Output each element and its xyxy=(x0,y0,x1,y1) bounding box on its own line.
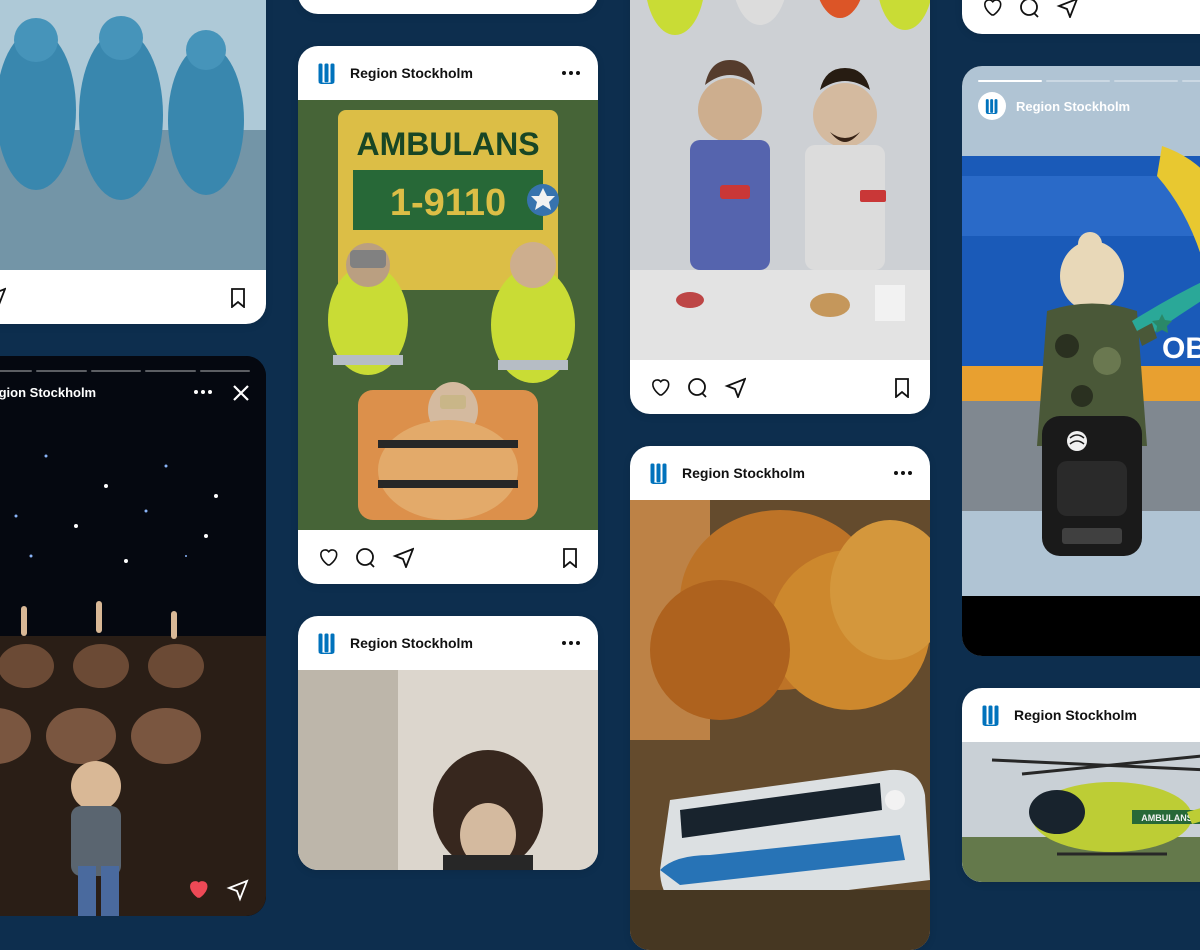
post-image-surgery xyxy=(0,0,266,270)
share-icon[interactable] xyxy=(392,546,414,568)
share-icon[interactable] xyxy=(226,878,250,902)
bookmark-icon[interactable] xyxy=(890,376,912,398)
post-ambulance: Region Stockholm AMBULANS 1-9110 xyxy=(298,46,598,584)
heart-icon[interactable] xyxy=(648,376,670,398)
svg-text:OBANAN: OBANAN xyxy=(1162,332,1200,365)
comment-icon[interactable] xyxy=(1018,0,1040,18)
story-author: Region Stockholm xyxy=(1016,99,1200,114)
post-author: Region Stockholm xyxy=(682,465,882,481)
svg-text:AMBULANS: AMBULANS xyxy=(356,126,539,162)
post-staff: LÄKARE xyxy=(630,0,930,414)
heart-icon[interactable] xyxy=(980,0,1002,18)
post-author: Region Stockholm xyxy=(350,635,550,651)
post-image-train-autumn xyxy=(630,500,930,950)
story-author: Region Stockholm xyxy=(0,385,184,400)
comment-icon[interactable] xyxy=(686,376,708,398)
story-image-cinema xyxy=(0,356,266,916)
story-progress xyxy=(0,370,250,372)
brand-logo-icon xyxy=(648,462,670,484)
heart-icon[interactable] xyxy=(316,546,338,568)
story-progress xyxy=(978,80,1200,82)
post-author: Region Stockholm xyxy=(1014,707,1200,723)
bookmark-icon[interactable] xyxy=(226,286,248,308)
post-helicopter: Region Stockholm AMBULANS xyxy=(962,688,1200,882)
share-icon[interactable] xyxy=(1056,0,1078,18)
brand-logo-icon xyxy=(316,632,338,654)
brand-logo-icon xyxy=(980,704,1002,726)
brand-logo-icon xyxy=(316,62,338,84)
post-image-helicopter: AMBULANS xyxy=(962,742,1200,882)
post-train-autumn: Region Stockholm xyxy=(630,446,930,950)
share-icon[interactable] xyxy=(724,376,746,398)
post-author: Region Stockholm xyxy=(350,65,550,81)
post-image-ambulance: AMBULANS 1-9110 xyxy=(298,100,598,530)
more-icon[interactable] xyxy=(194,390,212,394)
svg-text:AMBULANS: AMBULANS xyxy=(1141,813,1193,823)
post-image-person xyxy=(298,670,598,870)
share-icon[interactable] xyxy=(0,286,6,308)
more-icon[interactable] xyxy=(562,641,580,645)
post-person-partial: Region Stockholm xyxy=(298,616,598,870)
story-cinema[interactable]: Region Stockholm xyxy=(0,356,266,916)
close-icon[interactable] xyxy=(230,382,250,402)
heart-icon[interactable] xyxy=(186,878,210,902)
svg-text:1-9110: 1-9110 xyxy=(390,182,506,224)
story-avatar xyxy=(978,92,1006,120)
more-icon[interactable] xyxy=(894,471,912,475)
post-image-staff: LÄKARE xyxy=(630,0,930,360)
comment-icon[interactable] xyxy=(354,546,376,568)
story-image-child-train: OBANAN xyxy=(962,66,1200,656)
bookmark-icon[interactable] xyxy=(558,546,580,568)
story-child-train[interactable]: Region Stockholm OBANAN xyxy=(962,66,1200,656)
more-icon[interactable] xyxy=(562,71,580,75)
